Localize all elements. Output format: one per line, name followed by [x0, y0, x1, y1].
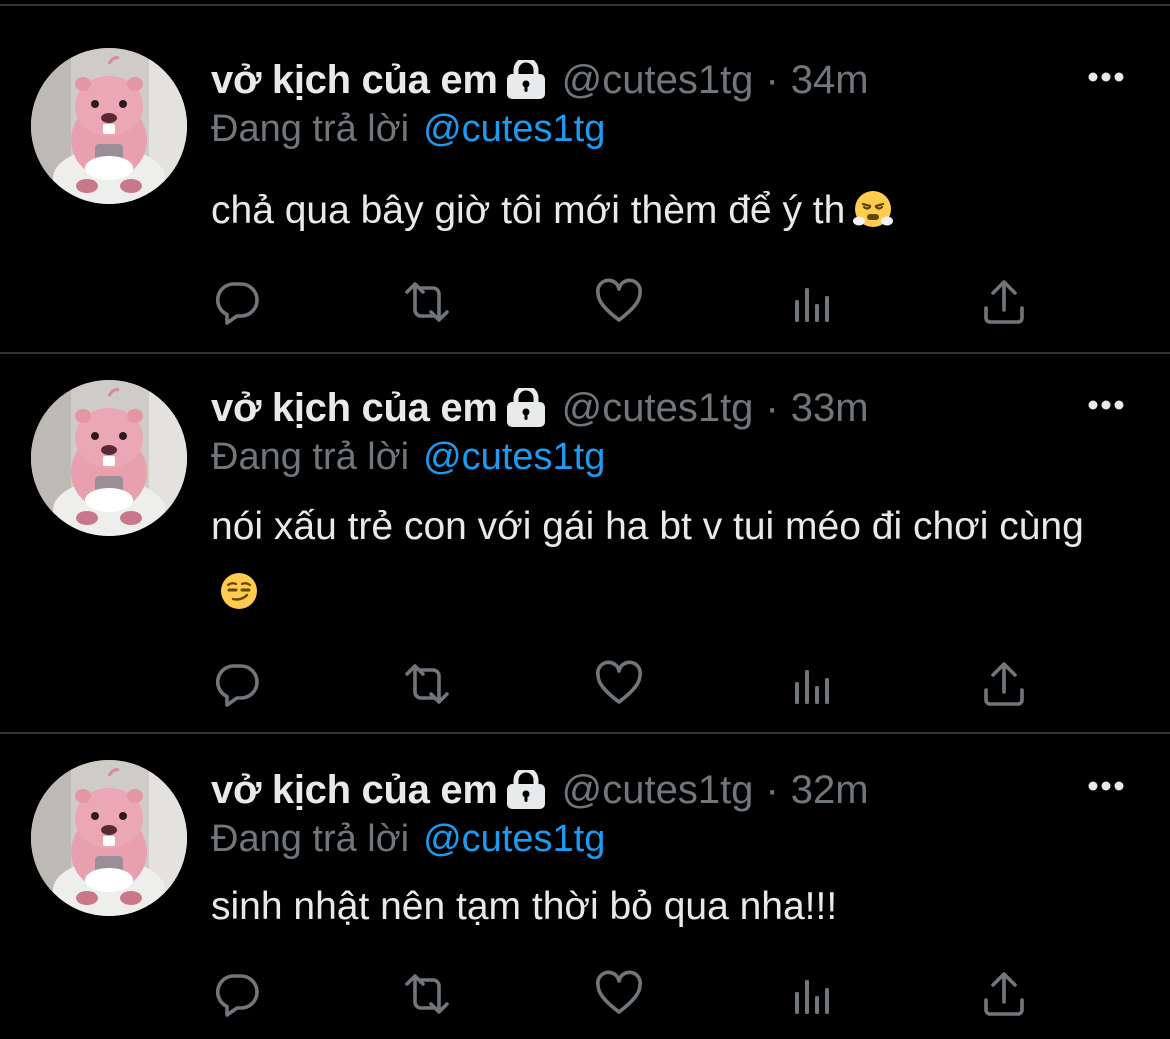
tweet-text: nói xấu trẻ con với gái ha bt v tui méo … [211, 494, 1131, 626]
share-icon [980, 660, 1028, 708]
tweet-text-content: chả qua bây giờ tôi mới thèm để ý th [211, 189, 846, 232]
lock-icon [506, 388, 546, 428]
reply-handle-link[interactable]: @cutes1tg [423, 818, 605, 860]
reply-button[interactable] [213, 278, 261, 326]
more-icon[interactable] [1086, 398, 1126, 412]
reply-prefix: Đang trả lời [211, 818, 410, 860]
share-button[interactable] [980, 278, 1028, 326]
share-button[interactable] [980, 660, 1028, 708]
top-divider [0, 0, 1170, 6]
handle[interactable]: @cutes1tg [562, 768, 754, 813]
tweet[interactable]: vở kịch của em @cutes1tg · 32m Đang trả … [0, 734, 1170, 1039]
tweet-actions [211, 970, 1041, 1020]
avatar[interactable] [31, 760, 187, 916]
tweet[interactable]: vở kịch của em @cutes1tg · 34m Đang trả … [0, 8, 1170, 354]
reply-button[interactable] [213, 970, 261, 1018]
reply-prefix: Đang trả lời [211, 108, 410, 150]
display-name[interactable]: vở kịch của em [211, 768, 498, 813]
separator: · [765, 57, 779, 102]
reply-icon [213, 970, 261, 1018]
avatar[interactable] [31, 380, 187, 536]
retweet-button[interactable] [403, 660, 451, 708]
lock-icon [506, 60, 546, 100]
tweet-actions [211, 660, 1041, 710]
like-button[interactable] [595, 970, 643, 1018]
separator: · [765, 767, 779, 812]
timestamp[interactable]: 34m [791, 58, 869, 103]
share-button[interactable] [980, 970, 1028, 1018]
reply-context: Đang trả lời @cutes1tg [211, 436, 605, 479]
face-with-steam-from-nose-emoji-icon [853, 191, 894, 227]
views-button[interactable] [789, 970, 837, 1018]
reply-icon [213, 278, 261, 326]
handle[interactable]: @cutes1tg [562, 58, 754, 103]
separator: · [765, 385, 779, 430]
views-button[interactable] [789, 660, 837, 708]
lock-icon [506, 770, 546, 810]
like-icon [595, 970, 643, 1018]
tweet-text: sinh nhật nên tạm thời bỏ qua nha!!! [211, 874, 1131, 940]
tweet-header: vở kịch của em @cutes1tg · 33m [211, 384, 869, 432]
like-button[interactable] [595, 660, 643, 708]
avatar[interactable] [31, 48, 187, 204]
tweet-text-content: sinh nhật nên tạm thời bỏ qua nha!!! [211, 885, 838, 928]
smirking-face-emoji-icon [221, 573, 257, 609]
views-icon [789, 970, 837, 1018]
display-name[interactable]: vở kịch của em [211, 58, 498, 103]
like-icon [595, 278, 643, 326]
more-icon[interactable] [1086, 70, 1126, 84]
display-name[interactable]: vở kịch của em [211, 386, 498, 431]
handle[interactable]: @cutes1tg [562, 386, 754, 431]
retweet-button[interactable] [403, 970, 451, 1018]
reply-prefix: Đang trả lời [211, 436, 410, 478]
tweet-header: vở kịch của em @cutes1tg · 34m [211, 56, 869, 104]
retweet-icon [403, 660, 451, 708]
timestamp[interactable]: 32m [791, 768, 869, 813]
retweet-button[interactable] [403, 278, 451, 326]
views-icon [789, 278, 837, 326]
more-icon[interactable] [1086, 779, 1126, 793]
reply-icon [213, 660, 261, 708]
like-icon [595, 660, 643, 708]
tweet-header: vở kịch của em @cutes1tg · 32m [211, 766, 869, 814]
share-icon [980, 278, 1028, 326]
views-button[interactable] [789, 278, 837, 326]
reply-context: Đang trả lời @cutes1tg [211, 818, 605, 861]
reply-button[interactable] [213, 660, 261, 708]
tweet[interactable]: vở kịch của em @cutes1tg · 33m Đang trả … [0, 354, 1170, 734]
tweet-text: chả qua bây giờ tôi mới thèm để ý th [211, 178, 1131, 244]
timestamp[interactable]: 33m [791, 386, 869, 431]
tweet-text-content: nói xấu trẻ con với gái ha bt v tui méo … [211, 505, 1084, 548]
retweet-icon [403, 278, 451, 326]
reply-handle-link[interactable]: @cutes1tg [423, 436, 605, 478]
reply-context: Đang trả lời @cutes1tg [211, 108, 605, 151]
retweet-icon [403, 970, 451, 1018]
reply-handle-link[interactable]: @cutes1tg [423, 108, 605, 150]
like-button[interactable] [595, 278, 643, 326]
tweet-actions [211, 278, 1041, 328]
views-icon [789, 660, 837, 708]
share-icon [980, 970, 1028, 1018]
